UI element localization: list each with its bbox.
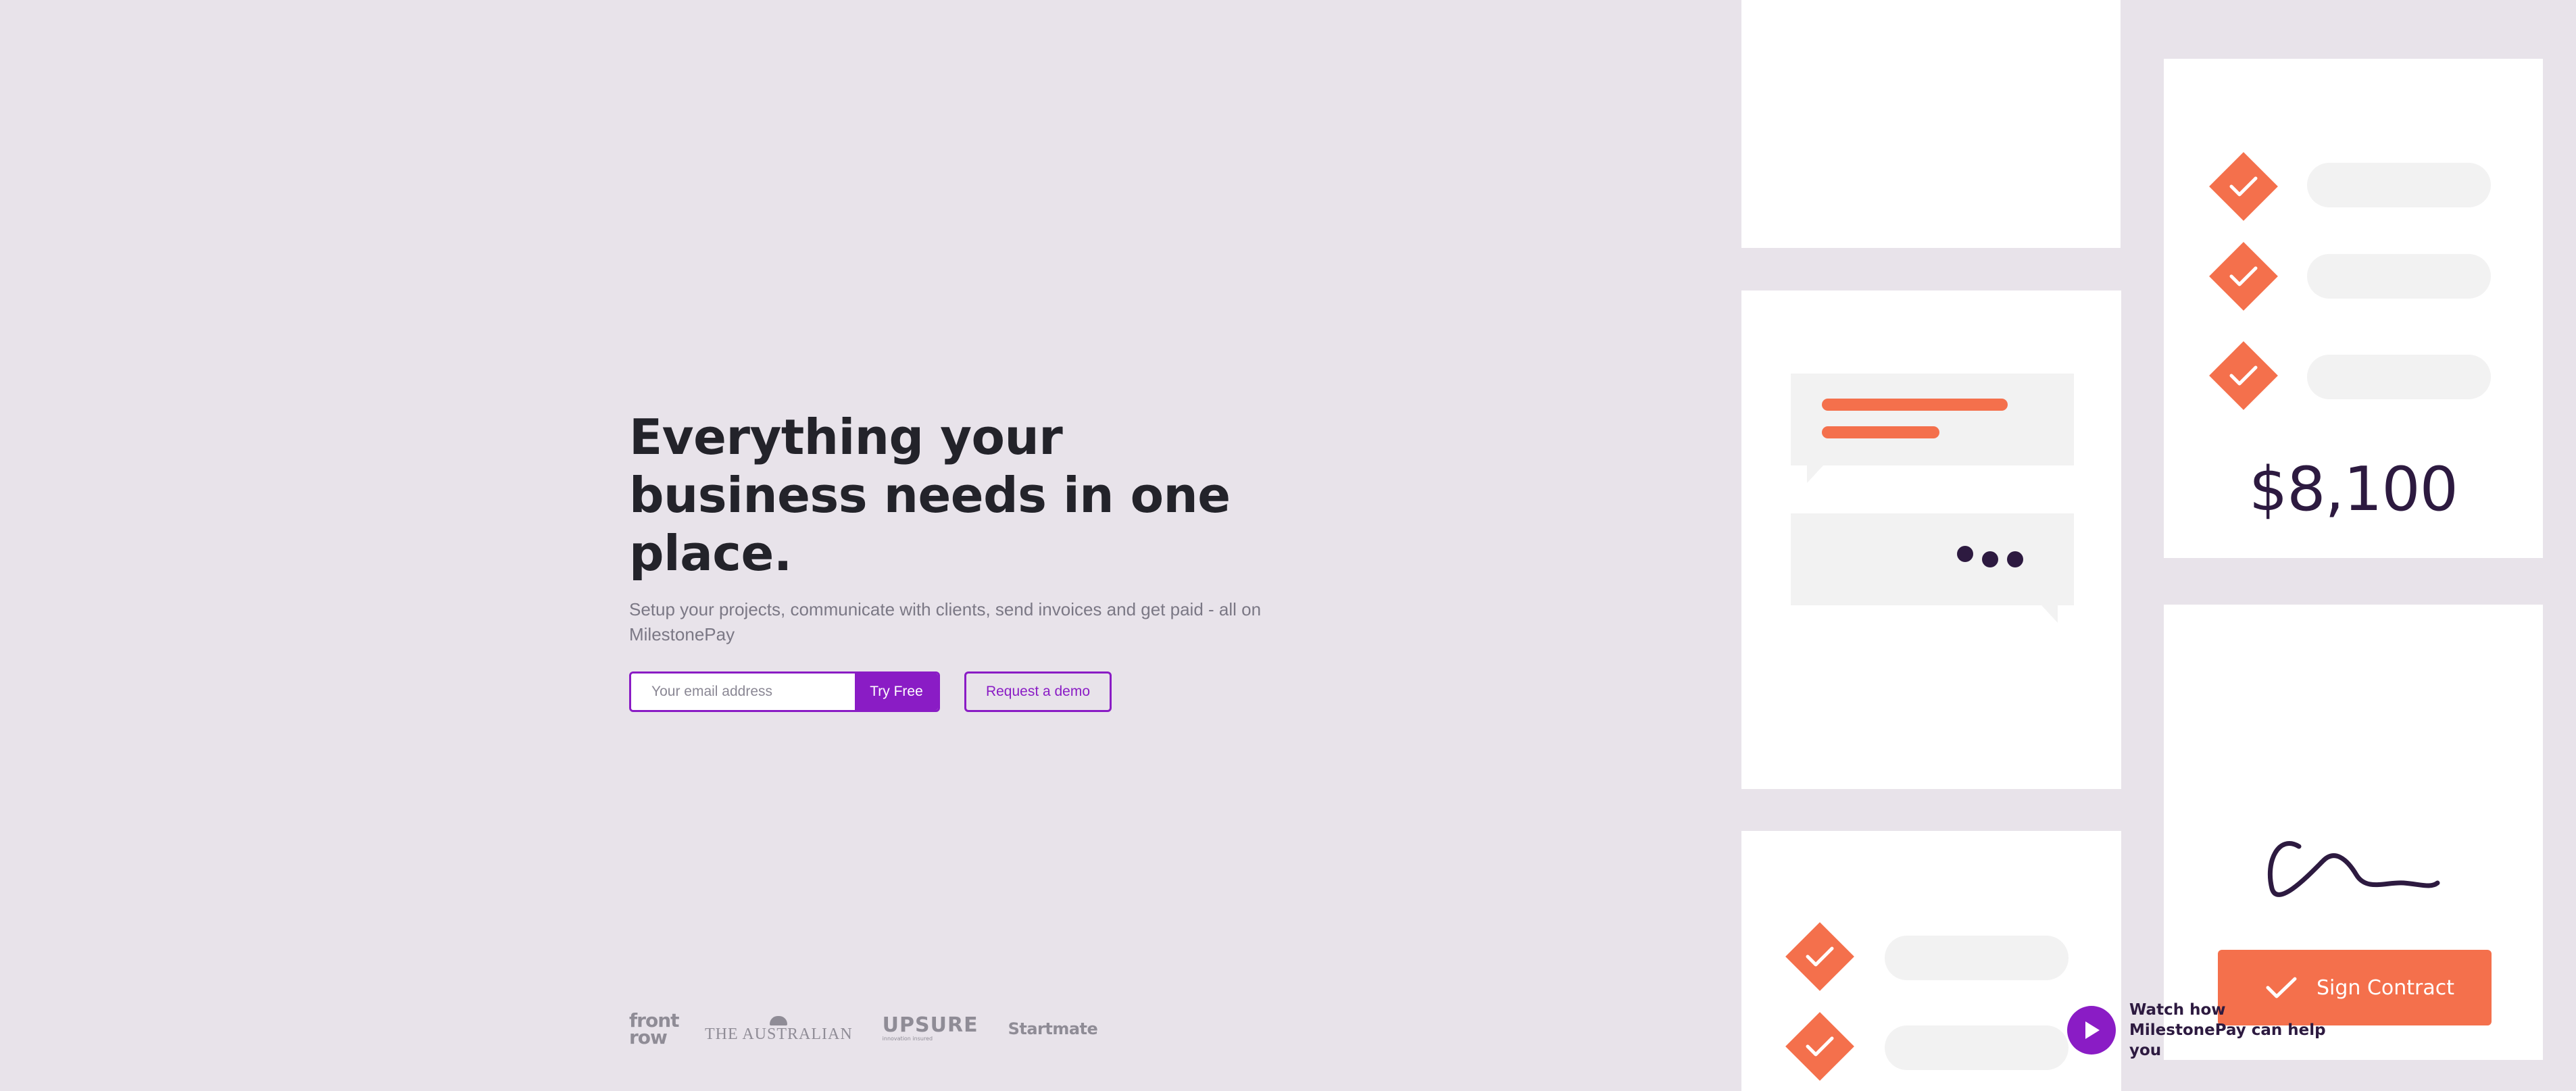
frontrow-logo: front row — [629, 1009, 680, 1048]
crest-icon — [770, 1016, 788, 1025]
placeholder-pill — [2307, 355, 2491, 399]
placeholder-pill — [1885, 936, 2069, 980]
hero-section: Everything your business needs in one pl… — [629, 408, 1305, 712]
checklist-item — [2209, 242, 2278, 311]
upsure-logo: UPSURE innovation insured — [883, 1015, 979, 1042]
hero-title: Everything your business needs in one pl… — [629, 409, 1231, 582]
illustration-card-checklist — [1741, 831, 2121, 1091]
watch-video-label: Watch how MilestonePay can help you — [2129, 1001, 2326, 1059]
check-icon — [1785, 1012, 1854, 1081]
the-australian-logo: THE AUSTRALIAN — [705, 1016, 853, 1042]
checklist-item — [2209, 152, 2278, 221]
illustration-card-contract: Sign Contract — [2164, 605, 2543, 1060]
placeholder-pill — [2307, 163, 2491, 207]
try-free-button[interactable]: Try Free — [855, 674, 938, 710]
upsure-wordmark: UPSURE — [882, 1013, 979, 1037]
play-icon — [2085, 1021, 2100, 1039]
check-icon — [2209, 341, 2278, 410]
check-icon — [1785, 922, 1854, 991]
checklist-item — [2209, 341, 2278, 410]
chat-bubble-incoming — [1791, 374, 2074, 483]
signature-icon — [2267, 841, 2440, 897]
placeholder-pill — [1885, 1025, 2069, 1070]
hero-subtitle: Setup your projects, communicate with cl… — [629, 599, 1262, 644]
checklist-item — [1785, 922, 1854, 991]
placeholder-pill — [2307, 254, 2491, 299]
check-icon — [2265, 975, 2298, 1000]
play-button[interactable] — [2067, 1006, 2116, 1055]
illustration-card-invoice: $8,100 — [2164, 59, 2543, 558]
checklist-item — [1785, 1012, 1854, 1081]
signup-form: Try Free — [629, 671, 940, 712]
illustration-card-chat — [1741, 290, 2121, 789]
message-line — [1822, 399, 2008, 411]
invoice-amount: $8,100 — [2249, 454, 2458, 525]
request-demo-button[interactable]: Request a demo — [964, 671, 1112, 712]
message-line — [1822, 426, 1939, 438]
check-icon — [2209, 152, 2278, 221]
the-australian-wordmark: THE AUSTRALIAN — [705, 1025, 853, 1043]
startmate-logo: Startmate — [1008, 1019, 1098, 1038]
partner-logos: front row THE AUSTRALIAN UPSURE innovati… — [629, 1009, 1127, 1048]
sign-contract-label: Sign Contract — [2317, 975, 2455, 1000]
check-icon — [2209, 242, 2278, 311]
cta-row: Try Free Request a demo — [629, 671, 1305, 712]
illustration-card-blank — [1741, 0, 2121, 248]
chat-bubble-typing — [1791, 513, 2074, 623]
watch-video[interactable]: Watch how MilestonePay can help you — [2067, 1000, 2346, 1061]
email-input[interactable] — [631, 674, 855, 710]
